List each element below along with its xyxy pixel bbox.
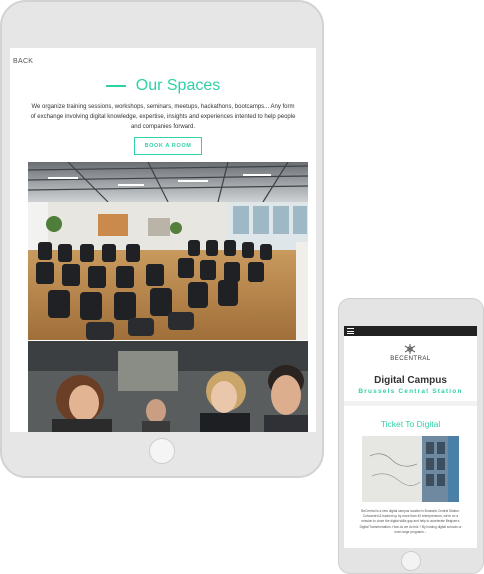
digital-wall-photo xyxy=(362,436,459,502)
intro-paragraph: We organize training sessions, workshops… xyxy=(30,104,296,130)
ticket-description: BeCentral is a new digital campus locate… xyxy=(359,509,462,534)
phone-home-button[interactable] xyxy=(401,551,421,571)
tablet-home-button[interactable] xyxy=(149,438,175,464)
section-divider xyxy=(344,401,477,406)
phone-navbar xyxy=(344,326,477,336)
tablet-screen: BACK Our Spaces We organize training ses… xyxy=(10,48,316,432)
tablet-device: BACK Our Spaces We organize training ses… xyxy=(0,0,324,478)
campus-title: Digital Campus xyxy=(374,375,447,386)
conference-room-photo xyxy=(28,162,308,340)
title-dash-decoration xyxy=(105,85,126,87)
page-title: Our Spaces xyxy=(135,77,221,94)
campus-subtitle: Brussels Central Station xyxy=(358,388,463,395)
back-link[interactable]: BACK xyxy=(13,58,33,65)
hamburger-menu-icon[interactable] xyxy=(347,328,354,334)
phone-screen: BECENTRAL Digital Campus Brussels Centra… xyxy=(344,326,477,548)
section-heading: Our Spaces xyxy=(10,77,316,95)
ticket-title: Ticket To Digital xyxy=(380,419,441,429)
phone-device: BECENTRAL Digital Campus Brussels Centra… xyxy=(338,298,484,574)
brand-logo-text: BECENTRAL xyxy=(390,356,431,362)
becentral-logo-icon xyxy=(404,344,416,354)
people-networking-photo xyxy=(28,341,308,432)
book-room-button[interactable]: BOOK A ROOM xyxy=(134,137,202,155)
